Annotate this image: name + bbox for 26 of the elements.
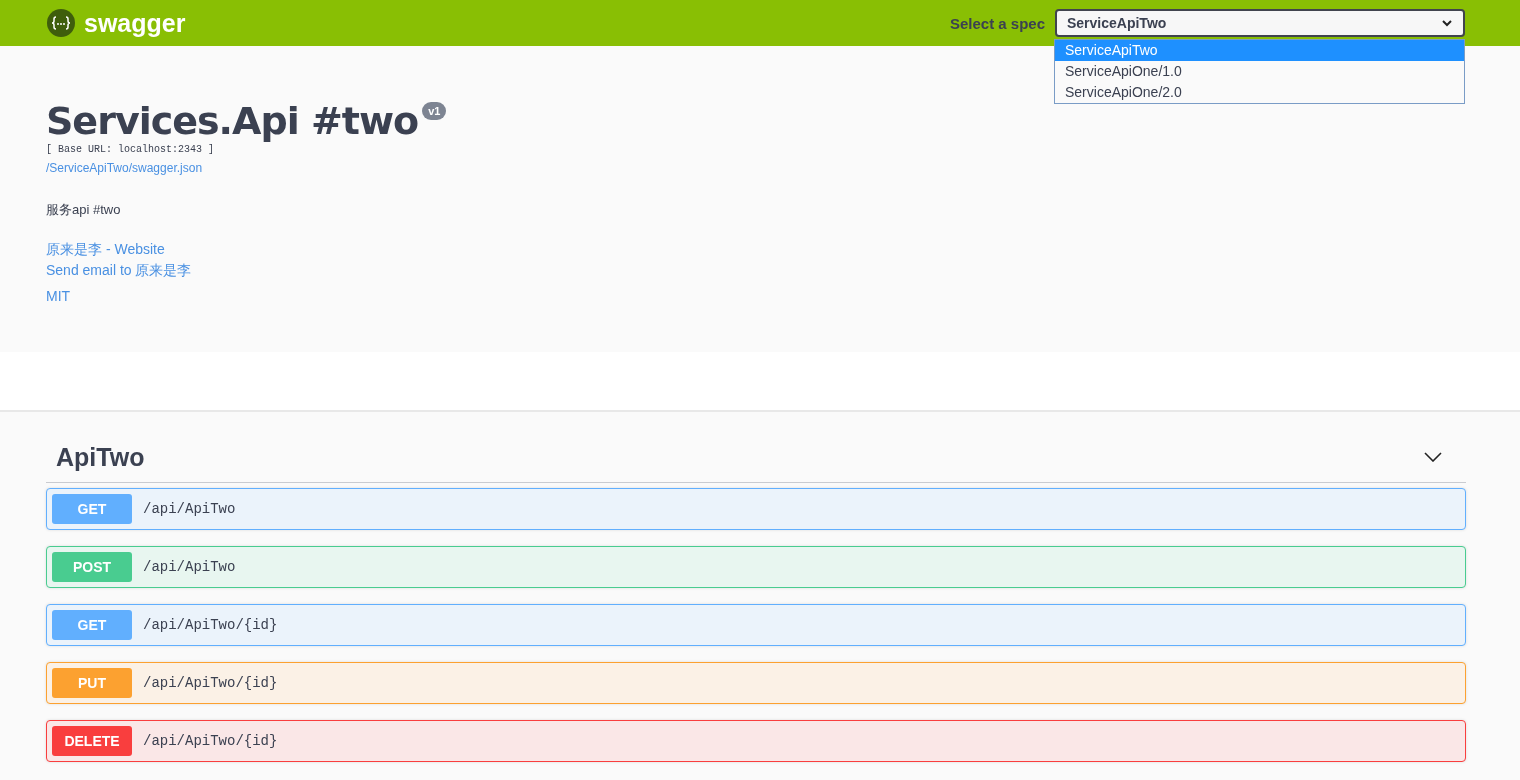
method-badge: DELETE bbox=[52, 726, 132, 756]
endpoint-path: /api/ApiTwo/{id} bbox=[143, 733, 278, 749]
operation-row[interactable]: POST /api/ApiTwo bbox=[46, 546, 1466, 588]
endpoint-path: /api/ApiTwo/{id} bbox=[143, 675, 278, 691]
version-badge: v1 bbox=[422, 102, 447, 120]
chevron-icon[interactable] bbox=[1424, 452, 1442, 462]
caret-icon bbox=[1441, 19, 1453, 27]
spec-option[interactable]: ServiceApiOne/2.0 bbox=[1055, 82, 1464, 103]
endpoint-path: /api/ApiTwo bbox=[143, 501, 236, 517]
method-badge: PUT bbox=[52, 668, 132, 698]
spec-label: Select a spec bbox=[949, 14, 1045, 32]
method-badge: GET bbox=[52, 610, 132, 640]
api-description: 服务api #two bbox=[46, 201, 122, 219]
operation-row[interactable]: PUT /api/ApiTwo/{id} bbox=[46, 662, 1466, 704]
operation-row[interactable]: GET /api/ApiTwo/{id} bbox=[46, 604, 1466, 646]
logo-icon bbox=[46, 8, 76, 38]
spec-select[interactable]: ServiceApiTwo bbox=[1055, 9, 1465, 37]
operation-row[interactable]: DELETE /api/ApiTwo/{id} bbox=[46, 720, 1466, 762]
base-url: [ Base URL: localhost:2343 ] bbox=[46, 144, 215, 155]
endpoint-path: /api/ApiTwo bbox=[143, 559, 236, 575]
endpoint-path: /api/ApiTwo/{id} bbox=[143, 617, 278, 633]
operation-row[interactable]: GET /api/ApiTwo bbox=[46, 488, 1466, 530]
tag-title[interactable]: ApiTwo bbox=[56, 442, 145, 472]
method-badge: POST bbox=[52, 552, 132, 582]
method-badge: GET bbox=[52, 494, 132, 524]
spec-option[interactable]: ServiceApiOne/1.0 bbox=[1055, 61, 1464, 82]
